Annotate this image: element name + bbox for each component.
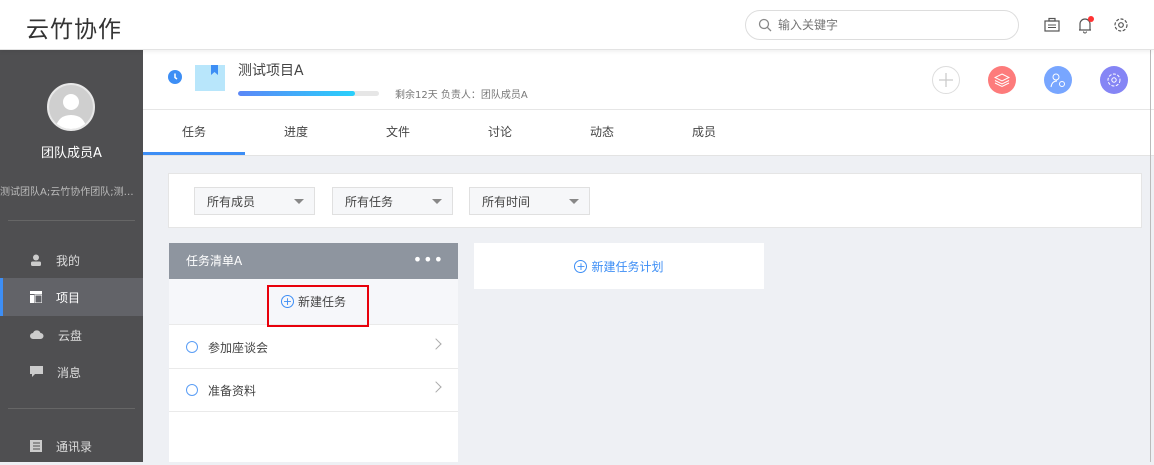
sidebar-item-mine[interactable]: 我的 [0, 241, 143, 279]
bell-icon[interactable] [1074, 14, 1096, 36]
project-title[interactable]: 测试项目A [238, 60, 304, 80]
search-input[interactable] [778, 18, 998, 32]
team-list: 测试团队A;云竹协作团队;测试... [0, 187, 143, 198]
project-meta: 剩余12天 负责人：团队成员A [395, 90, 528, 101]
project-tabs: 任务 进度 文件 讨论 动态 成员 [143, 110, 1154, 156]
task-label: 参加座谈会 [208, 340, 269, 355]
task-list-header: 任务清单A ••• [169, 243, 458, 279]
chevron-right-icon [430, 381, 442, 393]
caret-down-icon [432, 199, 442, 204]
chat-icon [30, 366, 43, 377]
sidebar: 团队成员A 测试团队A;云竹协作团队;测试... 我的 项目 云盘 消息 通讯录 [0, 50, 143, 462]
more-icon[interactable]: ••• [413, 243, 444, 277]
user-settings-icon [1050, 73, 1065, 88]
sidebar-item-label: 我的 [56, 253, 81, 268]
settings-icon[interactable] [1110, 14, 1132, 36]
time-filter-dropdown[interactable]: 所有时间 [469, 187, 590, 215]
cloud-icon [30, 330, 44, 339]
new-task-plan-button[interactable]: + 新建任务计划 [474, 243, 764, 289]
highlight-box [267, 285, 369, 327]
sidebar-item-projects[interactable]: 项目 [0, 278, 143, 316]
filter-bar: 所有成员 所有任务 所有时间 [168, 173, 1142, 228]
contacts-icon [30, 440, 42, 452]
tab-discussion[interactable]: 讨论 [449, 110, 551, 155]
sidebar-item-label: 消息 [57, 365, 82, 380]
task-checkbox[interactable] [186, 341, 198, 353]
task-list-title: 任务清单A [186, 254, 243, 268]
divider [8, 408, 135, 409]
sidebar-item-contacts[interactable]: 通讯录 [0, 427, 143, 465]
sidebar-item-cloud[interactable]: 云盘 [0, 316, 143, 354]
layers-icon [994, 73, 1010, 88]
dropdown-value: 所有时间 [482, 194, 531, 209]
sidebar-item-label: 云盘 [58, 328, 83, 343]
project-settings-button[interactable] [1100, 66, 1128, 94]
task-label: 准备资料 [208, 383, 257, 398]
dropdown-value: 所有任务 [345, 194, 394, 209]
top-bar: 云竹协作 [0, 0, 1154, 50]
tab-files[interactable]: 文件 [347, 110, 449, 155]
avatar[interactable] [47, 83, 95, 131]
sidebar-item-messages[interactable]: 消息 [0, 353, 143, 391]
divider [8, 220, 135, 221]
caret-down-icon [569, 199, 579, 204]
new-task-plan-label: 新建任务计划 [591, 259, 664, 274]
sidebar-item-label: 项目 [56, 290, 81, 305]
user-icon [31, 254, 41, 266]
search-box[interactable] [745, 10, 1019, 40]
task-filter-dropdown[interactable]: 所有任务 [332, 187, 453, 215]
layout-icon [30, 291, 42, 303]
app-logo: 云竹协作 [26, 17, 122, 43]
task-checkbox[interactable] [186, 384, 198, 396]
caret-down-icon [294, 199, 304, 204]
task-item[interactable]: 参加座谈会 [169, 326, 458, 369]
task-item[interactable]: 准备资料 [169, 369, 458, 412]
plus-circle-icon: + [574, 259, 588, 273]
member-settings-button[interactable] [1044, 66, 1072, 94]
member-filter-dropdown[interactable]: 所有成员 [194, 187, 315, 215]
clock-icon [168, 70, 182, 84]
search-icon [758, 18, 772, 32]
tab-activity[interactable]: 动态 [551, 110, 653, 155]
tab-progress[interactable]: 进度 [245, 110, 347, 155]
layers-button[interactable] [988, 66, 1016, 94]
project-progress-bar [238, 91, 379, 96]
tab-tasks[interactable]: 任务 [143, 110, 245, 155]
settings-icon [1107, 73, 1121, 87]
dropdown-value: 所有成员 [207, 194, 256, 209]
project-bookmark-icon [195, 65, 225, 91]
plus-icon [939, 73, 953, 87]
user-name: 团队成员A [41, 146, 102, 161]
briefcase-icon[interactable] [1041, 14, 1063, 36]
chevron-right-icon [430, 338, 442, 350]
tab-members[interactable]: 成员 [653, 110, 755, 155]
add-button[interactable] [932, 66, 960, 94]
project-header: 测试项目A 剩余12天 负责人：团队成员A [143, 50, 1154, 110]
task-list-card: 任务清单A ••• + 新建任务 参加座谈会 准备资料 [169, 243, 458, 462]
window-edge [1150, 50, 1151, 462]
sidebar-item-label: 通讯录 [56, 439, 93, 454]
